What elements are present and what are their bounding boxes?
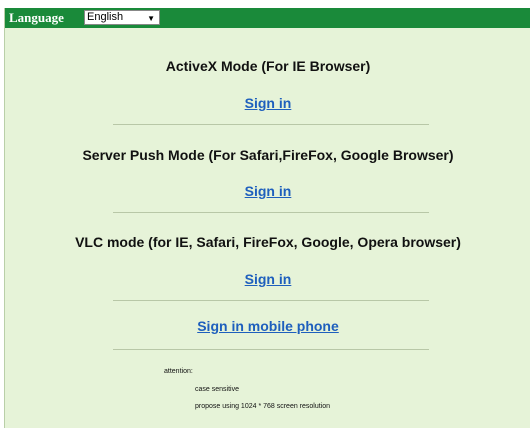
language-select-value: English <box>87 11 124 23</box>
language-bar: Language English ▼ <box>5 8 530 28</box>
mobile-sign-in-link[interactable]: Sign in mobile phone <box>5 318 530 334</box>
language-select[interactable]: English ▼ <box>84 10 160 25</box>
chevron-down-icon: ▼ <box>147 14 155 23</box>
divider <box>113 124 429 125</box>
page-frame: Language English ▼ ActiveX Mode (For IE … <box>4 8 530 428</box>
activex-mode-title: ActiveX Mode (For IE Browser) <box>165 58 371 74</box>
divider <box>113 349 429 350</box>
attention-item: case sensitive <box>195 386 239 393</box>
attention-item: propose using 1024 * 768 screen resoluti… <box>195 403 331 410</box>
language-label: Language <box>9 10 64 25</box>
attention-title: attention: <box>164 368 193 375</box>
vlc-sign-in-link[interactable]: Sign in <box>5 271 530 287</box>
divider <box>113 300 429 301</box>
server-push-mode-title: Server Push Mode (For Safari,FireFox, Go… <box>82 147 454 163</box>
server-push-sign-in-link[interactable]: Sign in <box>5 183 530 199</box>
vlc-mode-title: VLC mode (for IE, Safari, FireFox, Googl… <box>75 234 461 250</box>
divider <box>113 212 429 213</box>
activex-sign-in-link[interactable]: Sign in <box>5 95 530 111</box>
